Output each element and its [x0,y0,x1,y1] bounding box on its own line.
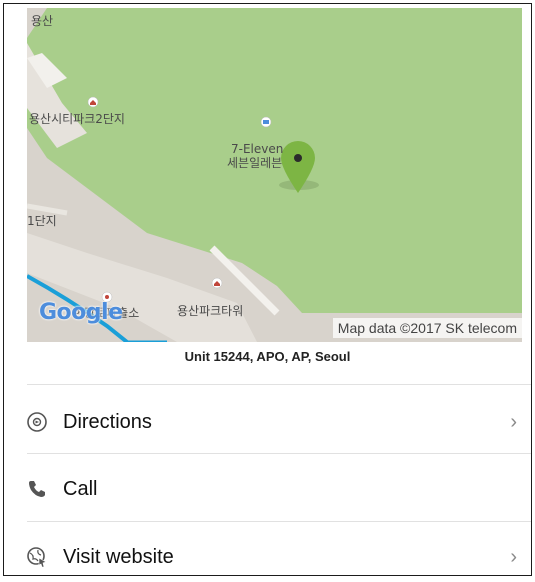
visit-website-row[interactable]: Visit website › [4,525,531,575]
map-label-complex: 1단지 [27,214,57,228]
map-label-store: 7-Eleven [231,142,284,156]
map-label-park-tower: 용산파크타워 [177,304,244,318]
visit-website-label: Visit website [63,545,174,568]
map-view[interactable]: 용산 용산시티파크2단지 7-Eleven 세븐일레븐 1단지 한강로파출소 용… [27,8,522,342]
divider [27,453,531,454]
map-label-store-korean: 세븐일레븐 [227,156,283,170]
divider [27,384,531,385]
map-label-area: 용산 [31,14,54,28]
address-text: Unit 15244, APO, AP, Seoul [184,349,351,364]
directions-label: Directions [63,410,152,433]
map-attribution: Map data ©2017 SK telecom [332,318,522,338]
location-card: 용산 용산시티파크2단지 7-Eleven 세븐일레븐 1단지 한강로파출소 용… [3,3,532,576]
google-logo: Google [39,300,123,325]
chevron-right-icon: › [510,410,517,433]
call-label: Call [63,477,98,500]
website-icon [26,546,48,568]
map-label-park-complex: 용산시티파크2단지 [29,112,125,126]
phone-icon [26,478,48,500]
directions-row[interactable]: Directions › [4,390,531,454]
map-graphic [27,8,522,342]
divider [27,521,531,522]
call-row[interactable]: Call [4,457,531,521]
chevron-right-icon: › [510,545,517,568]
directions-icon [26,411,48,433]
